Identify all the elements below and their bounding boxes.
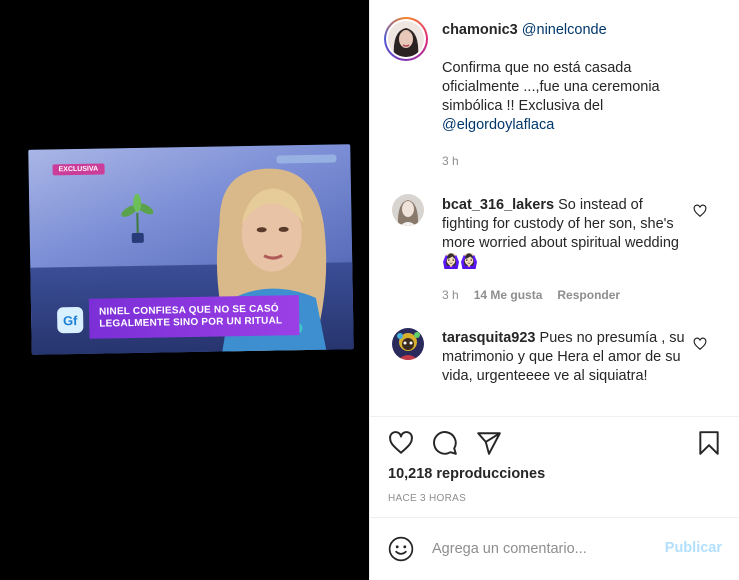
post-caption: chamonic3 @ninelconde Confirma que no es… — [442, 21, 672, 135]
exclusive-badge: EXCLUSIVA — [52, 163, 105, 176]
show-logo: Gf — [56, 306, 84, 334]
comment-like-heart-icon[interactable] — [693, 337, 707, 351]
comment-composer: Publicar — [370, 517, 739, 580]
publish-button[interactable]: Publicar — [665, 540, 722, 556]
comment-meta: 3 h 14 Me gusta Responder — [442, 288, 620, 302]
caption-mention-ninelconde[interactable]: @ninelconde — [522, 22, 607, 38]
commenter-avatar[interactable] — [392, 328, 424, 360]
author-avatar[interactable] — [388, 21, 424, 57]
heart-icon[interactable] — [388, 430, 414, 456]
caption-text: Confirma que no está casada oficialmente… — [442, 60, 660, 114]
posted-time[interactable]: HACE 3 HORAS — [388, 493, 466, 504]
instagram-post-view: EXCLUSIVA Gf NINEL CONFIESA QUE NO SE CA… — [0, 0, 739, 580]
comments-scroll-area[interactable]: chamonic3 @ninelconde Confirma que no es… — [370, 0, 739, 416]
caption-mention-elgordoylaflaca[interactable]: @elgordoylaflaca — [442, 117, 554, 133]
plant-illustration — [121, 193, 154, 243]
comment-input[interactable] — [432, 539, 642, 559]
lower-third-banner: NINEL CONFIESA QUE NO SE CASÓ LEGALMENTE… — [88, 295, 300, 339]
lower-third-line-2: LEGALMENTE SINO POR UN RITUAL — [99, 315, 283, 330]
commenter-avatar[interactable] — [392, 194, 424, 226]
caption-time[interactable]: 3 h — [442, 154, 459, 168]
channel-watermark — [276, 154, 337, 164]
post-actions: 10,218 reproducciones HACE 3 HORAS — [370, 416, 739, 516]
emoji-icon[interactable] — [388, 536, 414, 562]
view-count[interactable]: 10,218 reproducciones — [388, 466, 545, 482]
share-icon[interactable] — [476, 430, 502, 456]
comment-item: bcat_316_lakers So instead of fighting f… — [442, 196, 692, 272]
bookmark-icon[interactable] — [696, 430, 722, 456]
comment-username[interactable]: bcat_316_lakers — [442, 197, 554, 213]
post-media[interactable]: EXCLUSIVA Gf NINEL CONFIESA QUE NO SE CA… — [0, 0, 369, 580]
video-frame[interactable]: EXCLUSIVA Gf NINEL CONFIESA QUE NO SE CA… — [28, 144, 354, 355]
comment-item: tarasquita923 Pues no presumía , su matr… — [442, 329, 692, 386]
commenter-avatar-image — [392, 194, 424, 226]
post-side-panel: chamonic3 @ninelconde Confirma que no es… — [369, 0, 739, 580]
comment-like-heart-icon[interactable] — [693, 204, 707, 218]
comment-username[interactable]: tarasquita923 — [442, 330, 536, 346]
author-username[interactable]: chamonic3 — [442, 22, 518, 38]
reply-button[interactable]: Responder — [557, 288, 620, 302]
comment-icon[interactable] — [432, 430, 458, 456]
comment-time[interactable]: 3 h — [442, 288, 459, 302]
commenter-avatar-image — [392, 328, 424, 360]
comment-likes[interactable]: 14 Me gusta — [474, 288, 543, 302]
author-avatar-ring[interactable] — [384, 17, 428, 61]
